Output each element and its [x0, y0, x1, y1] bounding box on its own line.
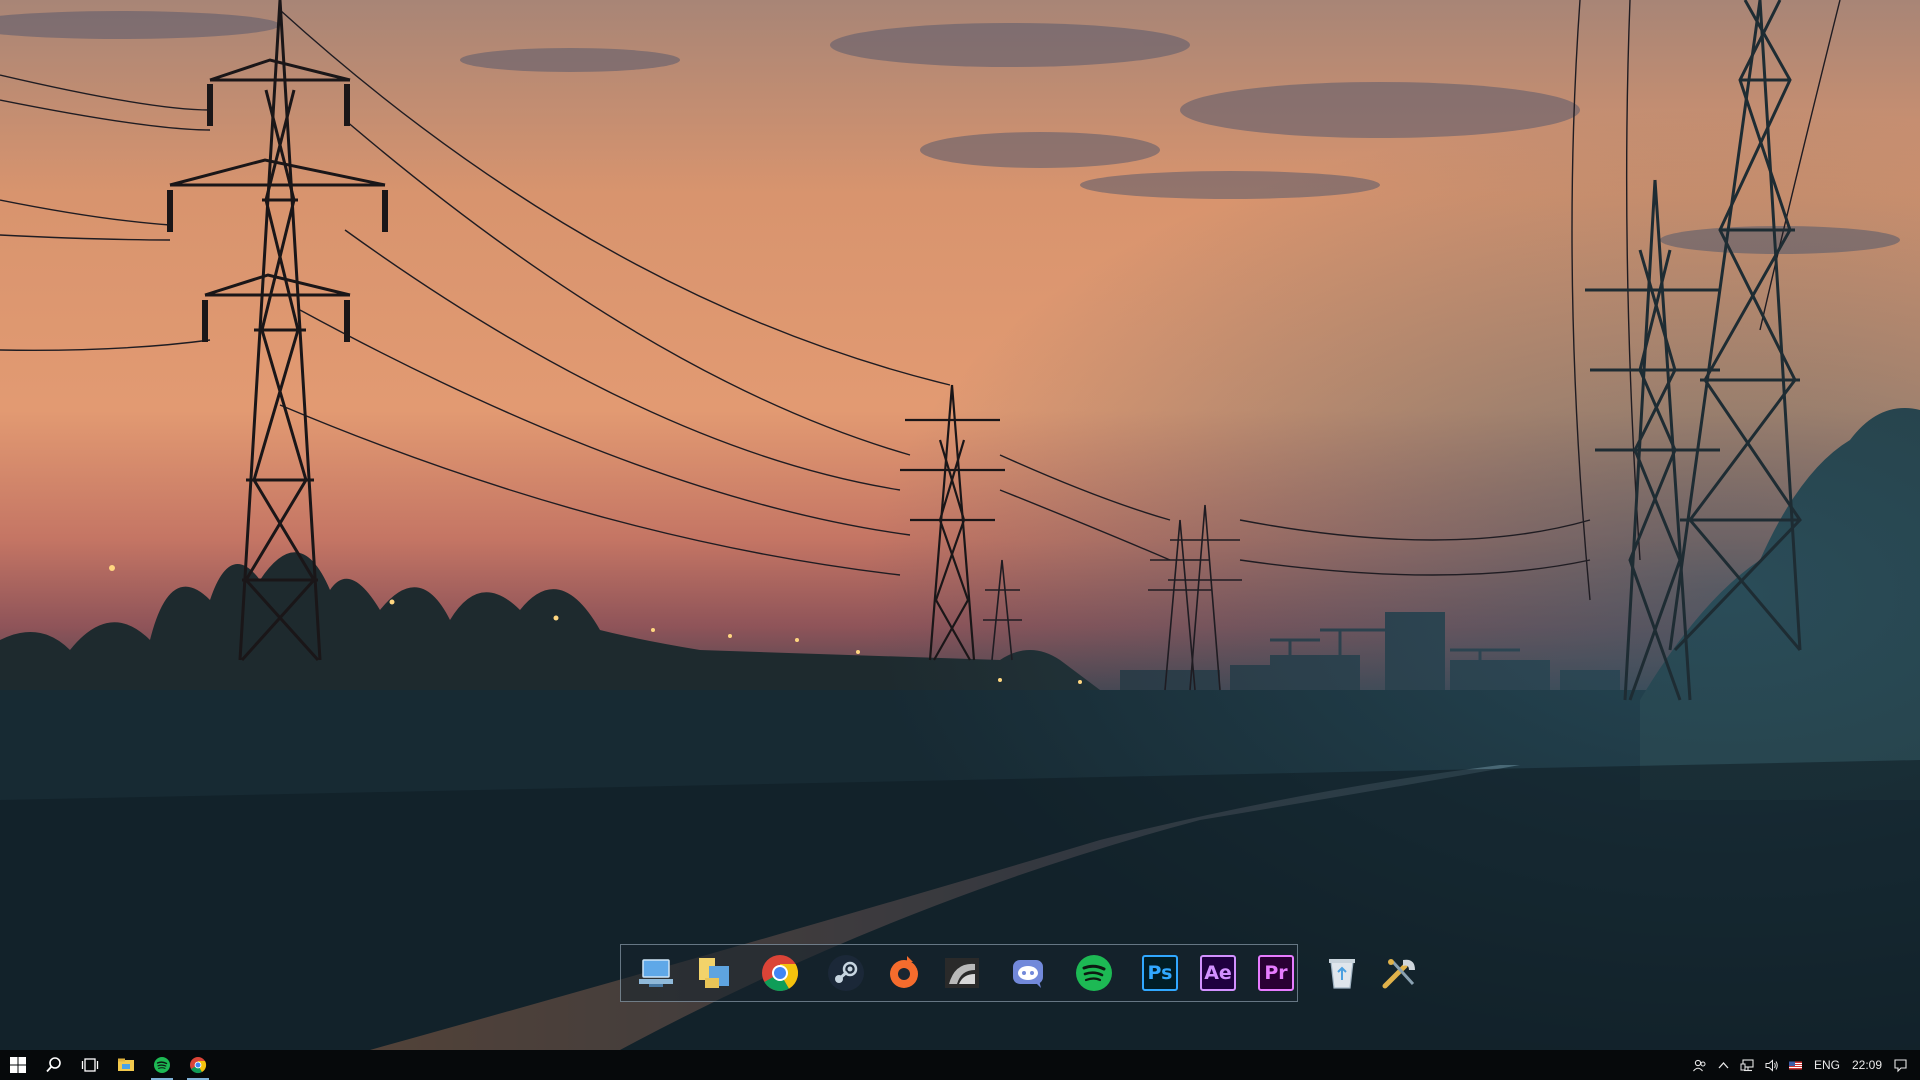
people-icon: [1693, 1059, 1706, 1071]
system-tray: ENG 22:09: [1688, 1050, 1920, 1080]
network-button[interactable]: [1736, 1050, 1760, 1080]
desktop-dock: Ps Ae Pr: [620, 944, 1415, 1002]
notification-icon: [1893, 1058, 1907, 1072]
people-button[interactable]: [1688, 1050, 1712, 1080]
photoshop-label: Ps: [1142, 955, 1178, 991]
search-icon: [46, 1057, 61, 1073]
after-effects-label: Ae: [1200, 955, 1236, 991]
clock[interactable]: 22:09: [1846, 1058, 1888, 1072]
chrome-icon[interactable]: [757, 950, 803, 996]
chevron-up-icon: [1718, 1061, 1729, 1068]
dock-group-games: [817, 945, 991, 1001]
origin-icon[interactable]: [881, 950, 927, 996]
dock-group-browser: [751, 945, 809, 1001]
recycle-bin-icon[interactable]: [1319, 950, 1365, 996]
task-view-icon: [81, 1058, 99, 1072]
taskbar: ENG 22:09: [0, 1050, 1920, 1080]
us-flag-button[interactable]: [1784, 1050, 1808, 1080]
search-button[interactable]: [36, 1050, 72, 1080]
us-flag-icon: [1789, 1061, 1803, 1069]
taskbar-spotify[interactable]: [144, 1050, 180, 1080]
settings-tools-icon[interactable]: [1377, 950, 1423, 996]
input-language[interactable]: ENG: [1808, 1058, 1846, 1072]
discord-icon[interactable]: [1005, 950, 1051, 996]
spotify-icon: [154, 1057, 170, 1073]
windows-start-icon: [10, 1057, 26, 1073]
dock-group-music: [1065, 945, 1123, 1001]
dock-group-system: [627, 945, 743, 1001]
dock-group-chat: [999, 945, 1057, 1001]
show-hidden-icons-button[interactable]: [1712, 1050, 1736, 1080]
dock-group-utilities: [1313, 945, 1429, 1001]
geforce-experience-icon[interactable]: [939, 950, 985, 996]
spotify-icon[interactable]: [1071, 950, 1117, 996]
windows-start-button[interactable]: [0, 1050, 36, 1080]
volume-button[interactable]: [1760, 1050, 1784, 1080]
steam-icon[interactable]: [823, 950, 869, 996]
volume-icon: [1765, 1058, 1779, 1072]
task-view-button[interactable]: [72, 1050, 108, 1080]
premiere-icon[interactable]: Pr: [1253, 950, 1299, 996]
file-explorer-icon[interactable]: [691, 950, 737, 996]
network-icon: [1740, 1058, 1755, 1071]
dock-group-adobe: Ps Ae Pr: [1131, 945, 1305, 1001]
taskbar-chrome[interactable]: [180, 1050, 216, 1080]
desktop-wallpaper: [0, 0, 1920, 1080]
this-pc-icon[interactable]: [633, 950, 679, 996]
action-center-button[interactable]: [1888, 1050, 1912, 1080]
chrome-icon: [190, 1057, 207, 1074]
after-effects-icon[interactable]: Ae: [1195, 950, 1241, 996]
premiere-label: Pr: [1258, 955, 1294, 991]
photoshop-icon[interactable]: Ps: [1137, 950, 1183, 996]
taskbar-file-explorer[interactable]: [108, 1050, 144, 1080]
file-explorer-icon: [118, 1058, 134, 1071]
